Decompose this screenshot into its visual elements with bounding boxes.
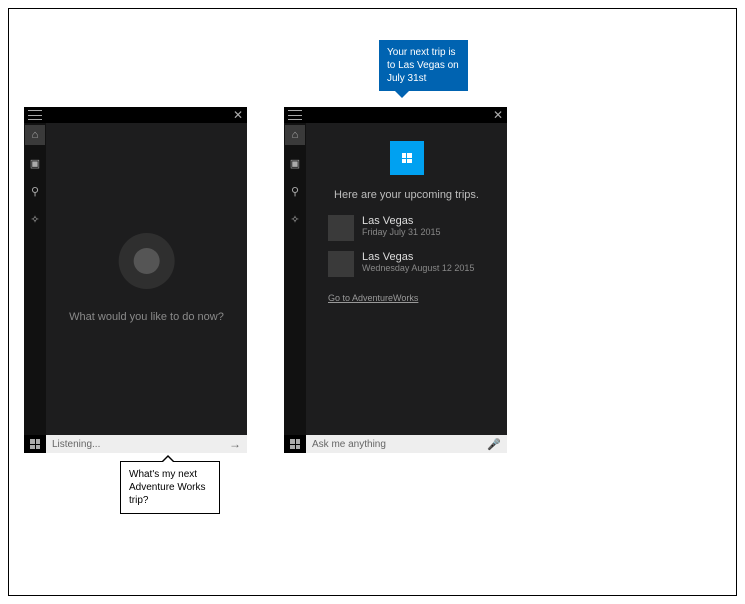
start-button[interactable]	[284, 435, 306, 453]
user-speech-bubble: What's my next Adventure Works trip?	[120, 461, 220, 514]
reminders-icon[interactable]: ✧	[25, 209, 45, 229]
bottom-bar: Listening... →	[24, 435, 247, 453]
reminders-icon[interactable]: ✧	[285, 209, 305, 229]
trip-date: Friday July 31 2015	[362, 227, 441, 237]
hamburger-icon[interactable]	[288, 110, 302, 120]
document-frame: Your next trip is to Las Vegas on July 3…	[8, 8, 737, 596]
trip-date: Wednesday August 12 2015	[362, 263, 474, 273]
trip-item[interactable]: Las Vegas Friday July 31 2015	[316, 215, 497, 241]
home-icon[interactable]: ⌂	[25, 125, 45, 145]
bottom-bar: Ask me anything 🎤	[284, 435, 507, 453]
windows-icon	[290, 439, 300, 449]
cortana-panel-results: ✕ ⌂ ▣ ⚲ ✧ Here are your upcoming trips. …	[284, 107, 507, 453]
windows-icon	[402, 153, 412, 163]
results-heading: Here are your upcoming trips.	[316, 189, 497, 201]
windows-icon	[30, 439, 40, 449]
trip-thumbnail	[328, 251, 354, 277]
close-icon[interactable]: ✕	[233, 109, 243, 121]
trip-destination: Las Vegas	[362, 251, 474, 263]
places-icon[interactable]: ⚲	[285, 181, 305, 201]
start-button[interactable]	[24, 435, 46, 453]
sidebar: ⌂ ▣ ⚲ ✧	[284, 123, 306, 435]
go-to-app-link[interactable]: Go to AdventureWorks	[316, 293, 418, 303]
trip-destination: Las Vegas	[362, 215, 441, 227]
notebook-icon[interactable]: ▣	[285, 153, 305, 173]
prompt-text: What would you like to do now?	[69, 311, 224, 323]
close-icon[interactable]: ✕	[493, 109, 503, 121]
content-area: Here are your upcoming trips. Las Vegas …	[306, 123, 507, 435]
search-input[interactable]: Listening... →	[46, 435, 247, 453]
cortana-speech-bubble: Your next trip is to Las Vegas on July 3…	[379, 40, 468, 91]
title-bar: ✕	[284, 107, 507, 123]
content-area: What would you like to do now?	[46, 123, 247, 435]
cortana-orb-icon	[118, 233, 174, 289]
app-tile-icon	[390, 141, 424, 175]
input-text: Listening...	[52, 439, 100, 450]
trip-thumbnail	[328, 215, 354, 241]
search-input[interactable]: Ask me anything 🎤	[306, 435, 507, 453]
sidebar: ⌂ ▣ ⚲ ✧	[24, 123, 46, 435]
submit-arrow-icon[interactable]: →	[229, 437, 241, 451]
home-icon[interactable]: ⌂	[285, 125, 305, 145]
trip-item[interactable]: Las Vegas Wednesday August 12 2015	[316, 251, 497, 277]
notebook-icon[interactable]: ▣	[25, 153, 45, 173]
microphone-icon[interactable]: 🎤	[487, 438, 501, 451]
title-bar: ✕	[24, 107, 247, 123]
cortana-panel-listening: ✕ ⌂ ▣ ⚲ ✧ What would you like to do now?	[24, 107, 247, 453]
places-icon[interactable]: ⚲	[25, 181, 45, 201]
input-placeholder: Ask me anything	[312, 439, 386, 450]
hamburger-icon[interactable]	[28, 110, 42, 120]
